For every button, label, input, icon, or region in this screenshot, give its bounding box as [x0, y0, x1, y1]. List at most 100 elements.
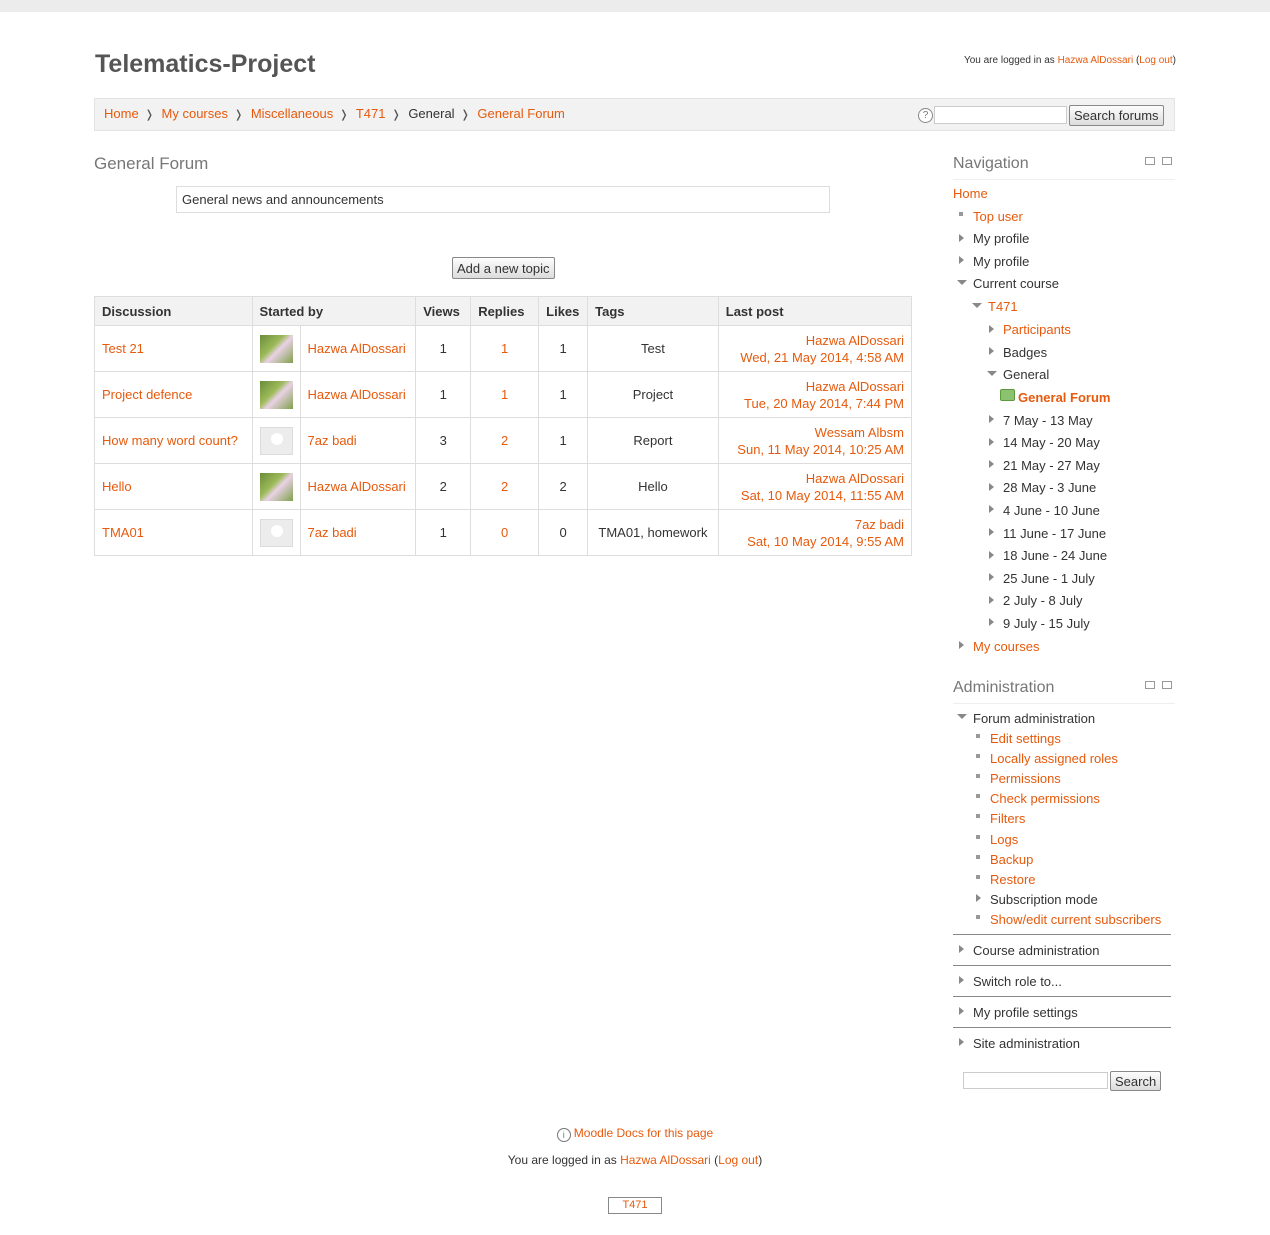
expand-icon[interactable]	[989, 528, 994, 536]
user-name-link[interactable]: Hazwa AlDossari	[620, 1153, 711, 1167]
author-link[interactable]: 7az badi	[308, 525, 357, 540]
nav-week[interactable]: 25 June - 1 July	[1003, 571, 1095, 586]
discussion-link[interactable]: TMA01	[102, 525, 144, 540]
admin-course-administration[interactable]: Course administration	[973, 943, 1099, 958]
nav-week[interactable]: 9 July - 15 July	[1003, 616, 1090, 631]
admin-search-button[interactable]: Search	[1110, 1071, 1162, 1091]
collapse-arrow-icon[interactable]	[987, 371, 997, 376]
admin-filters[interactable]: Filters	[990, 811, 1025, 826]
search-forums-input[interactable]	[934, 106, 1067, 124]
site-title[interactable]: Telematics-Project	[95, 50, 315, 79]
last-post-user-link[interactable]: Hazwa AlDossari	[806, 471, 904, 486]
admin-locally-assigned-roles[interactable]: Locally assigned roles	[990, 751, 1118, 766]
admin-edit-settings[interactable]: Edit settings	[990, 731, 1061, 746]
collapse-arrow-icon[interactable]	[957, 714, 967, 719]
expand-icon[interactable]	[989, 573, 994, 581]
nav-top-user[interactable]: Top user	[973, 209, 1023, 224]
discussion-link[interactable]: Hello	[102, 479, 132, 494]
avatar[interactable]	[259, 518, 293, 547]
help-icon[interactable]: ?	[918, 108, 933, 123]
dock-icon[interactable]	[1162, 157, 1172, 165]
expand-icon[interactable]	[959, 234, 964, 242]
avatar[interactable]	[259, 380, 293, 409]
moodle-docs-link[interactable]: Moodle Docs for this page	[574, 1126, 713, 1140]
breadcrumb-my-courses[interactable]: My courses	[162, 106, 228, 121]
replies-link[interactable]: 1	[501, 341, 508, 356]
last-post-date-link[interactable]: Tue, 20 May 2014, 7:44 PM	[744, 396, 904, 411]
expand-icon[interactable]	[989, 438, 994, 446]
admin-show-edit-subscribers[interactable]: Show/edit current subscribers	[990, 912, 1161, 927]
admin-backup[interactable]: Backup	[990, 852, 1033, 867]
collapse-arrow-icon[interactable]	[972, 303, 982, 308]
col-last-post[interactable]: Last post	[717, 296, 913, 326]
admin-search-input[interactable]	[963, 1072, 1108, 1089]
last-post-date-link[interactable]: Sat, 10 May 2014, 11:55 AM	[741, 488, 904, 503]
expand-icon[interactable]	[959, 976, 964, 984]
col-replies[interactable]: Replies	[470, 296, 540, 326]
replies-link[interactable]: 1	[501, 387, 508, 402]
replies-link[interactable]: 0	[501, 525, 508, 540]
expand-icon[interactable]	[989, 618, 994, 626]
nav-general[interactable]: General	[1003, 367, 1049, 382]
nav-home[interactable]: Home	[953, 186, 988, 201]
nav-my-profile-1[interactable]: My profile	[973, 231, 1029, 246]
expand-icon[interactable]	[989, 596, 994, 604]
user-name-link[interactable]: Hazwa AlDossari	[1058, 55, 1134, 66]
col-views[interactable]: Views	[415, 296, 472, 326]
replies-link[interactable]: 2	[501, 479, 508, 494]
last-post-user-link[interactable]: Hazwa AlDossari	[806, 333, 904, 348]
expand-icon[interactable]	[989, 415, 994, 423]
col-discussion[interactable]: Discussion	[94, 296, 253, 326]
nav-general-forum[interactable]: General Forum	[1018, 390, 1110, 405]
expand-icon[interactable]	[989, 505, 994, 513]
discussion-link[interactable]: How many word count?	[102, 433, 238, 448]
col-tags[interactable]: Tags	[587, 296, 719, 326]
nav-week[interactable]: 28 May - 3 June	[1003, 480, 1096, 495]
author-link[interactable]: Hazwa AlDossari	[308, 387, 406, 402]
admin-my-profile-settings[interactable]: My profile settings	[973, 1005, 1078, 1020]
nav-participants[interactable]: Participants	[1003, 322, 1071, 337]
nav-week[interactable]: 14 May - 20 May	[1003, 435, 1100, 450]
expand-icon[interactable]	[989, 483, 994, 491]
expand-icon[interactable]	[959, 256, 964, 264]
admin-subscription-mode[interactable]: Subscription mode	[990, 892, 1098, 907]
expand-icon[interactable]	[959, 641, 964, 649]
breadcrumb-forum[interactable]: General Forum	[477, 106, 564, 121]
admin-check-permissions[interactable]: Check permissions	[990, 791, 1100, 806]
logout-link[interactable]: Log out	[1139, 55, 1172, 66]
nav-week[interactable]: 21 May - 27 May	[1003, 458, 1100, 473]
breadcrumb-miscellaneous[interactable]: Miscellaneous	[251, 106, 333, 121]
admin-logs[interactable]: Logs	[990, 832, 1018, 847]
search-forums-button[interactable]: Search forums	[1069, 105, 1164, 126]
expand-icon[interactable]	[989, 551, 994, 559]
dock-icon[interactable]	[1162, 681, 1172, 689]
breadcrumb-home[interactable]: Home	[104, 106, 139, 121]
nav-week[interactable]: 2 July - 8 July	[1003, 593, 1082, 608]
author-link[interactable]: Hazwa AlDossari	[308, 479, 406, 494]
last-post-date-link[interactable]: Sun, 11 May 2014, 10:25 AM	[737, 442, 904, 457]
expand-icon[interactable]	[976, 894, 981, 902]
expand-icon[interactable]	[959, 945, 964, 953]
col-likes[interactable]: Likes	[538, 296, 589, 326]
expand-icon[interactable]	[989, 325, 994, 333]
expand-icon[interactable]	[959, 1038, 964, 1046]
nav-current-course[interactable]: Current course	[973, 276, 1059, 291]
admin-forum-administration[interactable]: Forum administration	[973, 711, 1095, 726]
nav-course-t471[interactable]: T471	[988, 299, 1018, 314]
last-post-date-link[interactable]: Wed, 21 May 2014, 4:58 AM	[740, 350, 904, 365]
last-post-user-link[interactable]: Wessam Albsm	[815, 425, 904, 440]
add-topic-button[interactable]: Add a new topic	[452, 257, 555, 279]
nav-badges[interactable]: Badges	[1003, 345, 1047, 360]
nav-week[interactable]: 11 June - 17 June	[1003, 526, 1106, 541]
discussion-link[interactable]: Test 21	[102, 341, 144, 356]
avatar[interactable]	[259, 426, 293, 455]
admin-switch-role[interactable]: Switch role to...	[973, 974, 1062, 989]
collapse-icon[interactable]	[1145, 681, 1155, 689]
nav-my-courses[interactable]: My courses	[973, 639, 1039, 654]
discussion-link[interactable]: Project defence	[102, 387, 192, 402]
last-post-date-link[interactable]: Sat, 10 May 2014, 9:55 AM	[747, 534, 904, 549]
nav-week[interactable]: 4 June - 10 June	[1003, 503, 1100, 518]
admin-site-administration[interactable]: Site administration	[973, 1036, 1080, 1051]
avatar[interactable]	[259, 472, 293, 501]
last-post-user-link[interactable]: Hazwa AlDossari	[806, 379, 904, 394]
